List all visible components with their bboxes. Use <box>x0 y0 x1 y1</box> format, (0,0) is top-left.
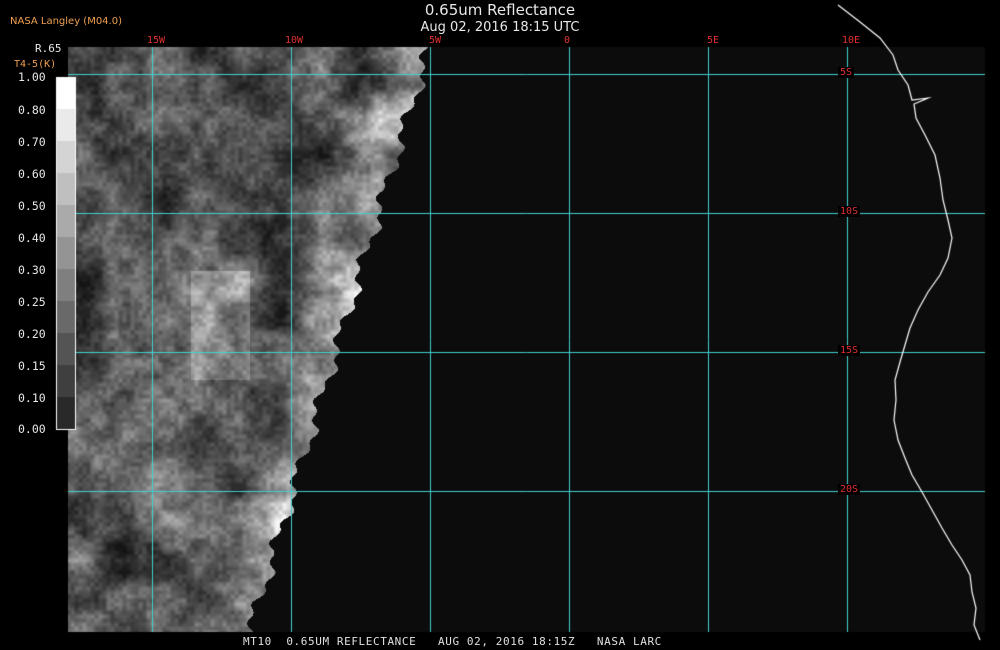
colorbar-title: R.65 <box>35 42 62 55</box>
colorbar-tick: 0.15 <box>18 359 46 373</box>
colorbar-tick: 1.00 <box>18 70 46 84</box>
colorbar-tick: 0.60 <box>18 167 46 181</box>
colorbar-tick: 0.70 <box>18 135 46 149</box>
colorbar-tick: 0.25 <box>18 295 46 309</box>
credit-label: NASA Langley (M04.0) <box>10 16 122 27</box>
longitude-label: 10E <box>841 35 861 46</box>
longitude-label: 5W <box>428 35 442 46</box>
longitude-label: 5E <box>706 35 720 46</box>
map-datetime: Aug 02, 2016 18:15 UTC <box>420 20 580 35</box>
colorbar-tick: 0.40 <box>18 231 46 245</box>
satellite-image <box>0 0 1000 650</box>
longitude-label: 15W <box>146 35 166 46</box>
latitude-label: 5S <box>838 67 855 78</box>
latitude-label: 10S <box>838 206 861 217</box>
colorbar-tick: 0.00 <box>18 422 46 436</box>
map-title: 0.65um Reflectance <box>424 1 576 19</box>
latitude-label: 15S <box>838 345 861 356</box>
footer-caption: MT10 0.65UM REFLECTANCE AUG 02, 2016 18:… <box>243 635 662 648</box>
colorbar-tick: 0.10 <box>18 391 46 405</box>
colorbar-subtitle: T4-5(K) <box>14 59 57 70</box>
colorbar-tick: 0.20 <box>18 327 46 341</box>
colorbar-tick: 0.50 <box>18 199 46 213</box>
longitude-label: 0 <box>563 35 571 46</box>
latitude-label: 20S <box>838 484 861 495</box>
colorbar-tick: 0.80 <box>18 103 46 117</box>
colorbar-tick: 0.30 <box>18 263 46 277</box>
longitude-label: 10W <box>284 35 304 46</box>
